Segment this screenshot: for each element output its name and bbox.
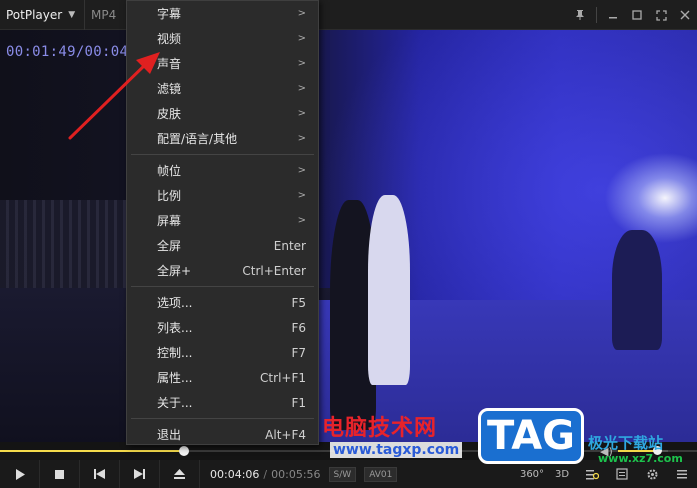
3d-button[interactable]: 3D: [547, 460, 577, 488]
menu-divider: [131, 154, 314, 155]
menu-item-properties[interactable]: 属性... Ctrl+F1: [127, 365, 318, 390]
menu-item-label: 配置/语言/其他: [157, 132, 238, 146]
stop-button[interactable]: [40, 460, 80, 488]
play-icon: [15, 468, 25, 480]
performer-figure: [368, 195, 410, 385]
menu-item-label: 列表...: [157, 321, 193, 335]
menu-item-label: 滤镜: [157, 82, 182, 96]
previous-button[interactable]: [80, 460, 120, 488]
time-separator: /: [263, 467, 268, 481]
menu-shortcut: Alt+F4: [265, 427, 306, 442]
menu-item-playlist[interactable]: 列表... F6: [127, 315, 318, 340]
total-time: 00:05:56: [271, 467, 321, 481]
menu-item-label: 选项...: [157, 296, 193, 310]
menu-divider: [131, 286, 314, 287]
menu-item-label: 退出: [157, 428, 182, 442]
play-button[interactable]: [0, 460, 40, 488]
menu-item-label: 帧位: [157, 164, 182, 178]
pin-icon[interactable]: [568, 0, 592, 30]
chevron-down-icon: ▼: [68, 10, 76, 20]
menu-divider: [131, 418, 314, 419]
menu-item-options[interactable]: 选项... F5: [127, 290, 318, 315]
submenu-arrow-icon: >: [297, 33, 306, 44]
menu-shortcut: F6: [291, 320, 306, 335]
close-icon[interactable]: [673, 0, 697, 30]
minimize-icon[interactable]: [601, 0, 625, 30]
menu-item-label: 屏幕: [157, 214, 182, 228]
watermark-url: www.tagxp.com: [330, 442, 463, 458]
menu-item-control[interactable]: 控制... F7: [127, 340, 318, 365]
decoder-badge[interactable]: S/W: [328, 466, 357, 482]
submenu-arrow-icon: >: [297, 190, 306, 201]
watermark: 电脑技术网 www.tagxp.com TAG 极光下载站 www.xz7.co…: [322, 408, 697, 465]
menu-item-subtitles[interactable]: 字幕 >: [127, 1, 318, 26]
previous-icon: [94, 469, 105, 479]
title-bar: PotPlayer ▼ MP4: [0, 0, 697, 30]
menu-shortcut: Ctrl+Enter: [242, 263, 306, 278]
menu-item-exit[interactable]: 退出 Alt+F4: [127, 422, 318, 447]
menu-item-screen[interactable]: 屏幕 >: [127, 208, 318, 233]
menu-item-label: 声音: [157, 57, 182, 71]
menu-shortcut: F7: [291, 345, 306, 360]
next-icon: [134, 469, 145, 479]
musician-figure: [612, 230, 662, 350]
menu-item-label: 比例: [157, 189, 182, 203]
watermark-site-url: www.xz7.com: [598, 452, 683, 465]
vr-360-button[interactable]: 360°: [517, 460, 547, 488]
current-time: 00:04:06: [210, 467, 260, 481]
submenu-arrow-icon: >: [297, 108, 306, 119]
submenu-arrow-icon: >: [297, 215, 306, 226]
menu-shortcut: Enter: [273, 238, 306, 253]
submenu-arrow-icon: >: [297, 165, 306, 176]
control-bar: 00:04:06 / 00:05:56 S/W AV01 360° 3D: [0, 460, 697, 488]
watermark-logo: TAG: [478, 408, 584, 464]
stop-icon: [55, 469, 64, 479]
submenu-arrow-icon: >: [297, 83, 306, 94]
menu-item-fullscreen[interactable]: 全屏 Enter: [127, 233, 318, 258]
menu-shortcut: Ctrl+F1: [260, 370, 306, 385]
hamburger-icon: [677, 470, 687, 479]
menu-item-label: 关于...: [157, 396, 193, 410]
menu-item-label: 视频: [157, 32, 182, 46]
menu-item-fullscreen-plus[interactable]: 全屏+ Ctrl+Enter: [127, 258, 318, 283]
seek-progress: [0, 450, 184, 452]
next-button[interactable]: [120, 460, 160, 488]
watermark-site-name: 极光下载站: [588, 434, 664, 452]
menu-item-about[interactable]: 关于... F1: [127, 390, 318, 415]
menu-shortcut: F5: [291, 295, 306, 310]
window-controls: [568, 0, 697, 30]
eject-icon: [174, 469, 185, 479]
submenu-arrow-icon: >: [297, 8, 306, 19]
seek-handle[interactable]: [179, 446, 189, 456]
submenu-arrow-icon: >: [297, 133, 306, 144]
app-name: PotPlayer: [6, 8, 63, 22]
menu-item-frame[interactable]: 帧位 >: [127, 158, 318, 183]
playlist-icon: [616, 468, 628, 480]
equalizer-icon: [586, 470, 599, 480]
menu-item-aspect-ratio[interactable]: 比例 >: [127, 183, 318, 208]
menu-item-label: 全屏: [157, 239, 182, 253]
eject-button[interactable]: [160, 460, 200, 488]
menu-item-label: 全屏+: [157, 264, 192, 278]
restore-icon[interactable]: [625, 0, 649, 30]
fullscreen-icon[interactable]: [649, 0, 673, 30]
gear-icon: [647, 469, 657, 479]
format-label: MP4: [84, 0, 116, 30]
codec-badge[interactable]: AV01: [364, 466, 398, 482]
menu-item-label: 控制...: [157, 346, 193, 360]
divider: [596, 7, 597, 23]
menu-item-label: 字幕: [157, 7, 182, 21]
menu-item-label: 属性...: [157, 371, 193, 385]
app-menu-button[interactable]: PotPlayer ▼: [0, 0, 84, 30]
red-arrow-annotation-icon: [68, 52, 160, 140]
watermark-title: 电脑技术网: [322, 416, 438, 441]
menu-item-label: 皮肤: [157, 107, 182, 121]
menu-shortcut: F1: [291, 395, 306, 410]
submenu-arrow-icon: >: [297, 58, 306, 69]
